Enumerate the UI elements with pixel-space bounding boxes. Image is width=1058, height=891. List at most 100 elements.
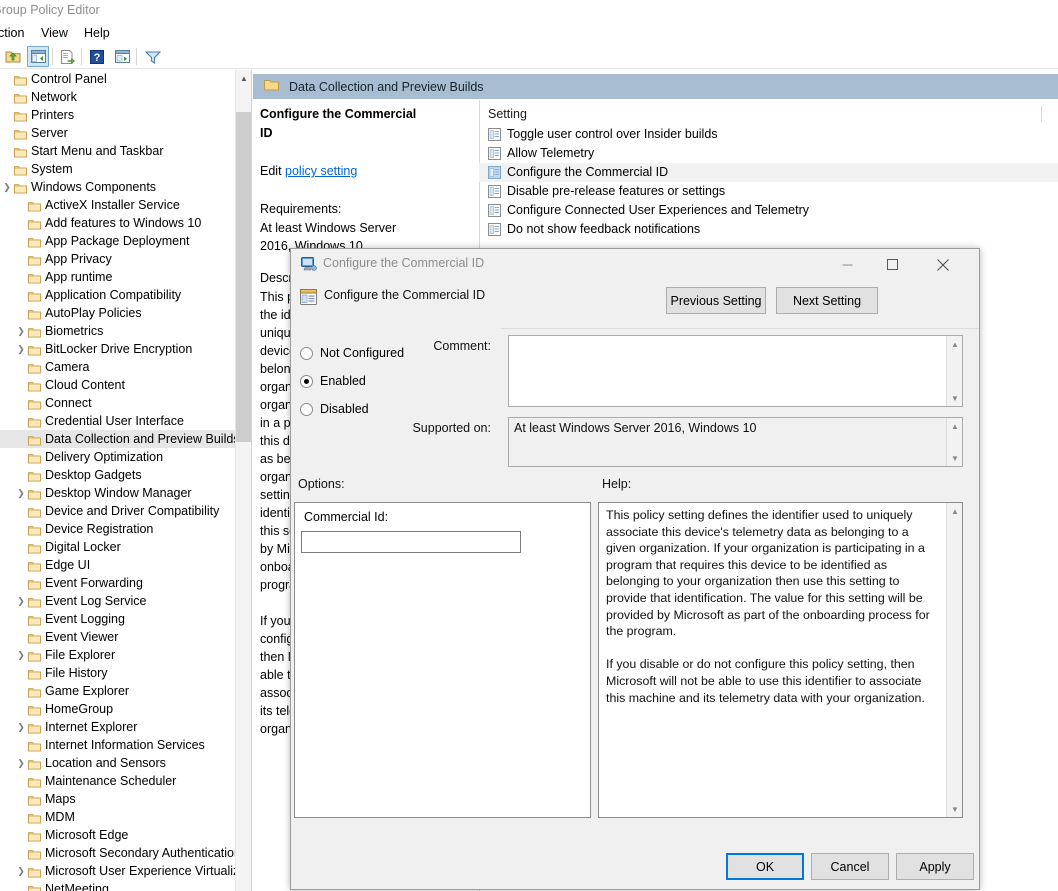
chevron-right-icon[interactable]: ❯ <box>14 754 28 772</box>
folder-up-icon[interactable] <box>2 46 24 67</box>
tree-item[interactable]: Device and Driver Compatibility <box>0 502 236 520</box>
tree-item[interactable]: ❯ Desktop Window Manager <box>0 484 236 502</box>
properties-icon[interactable] <box>111 46 133 67</box>
comment-scrollbar[interactable]: ▲ ▼ <box>946 336 962 406</box>
tree-item[interactable]: Printers <box>0 106 236 124</box>
tree-item[interactable]: ❯ Event Log Service <box>0 592 236 610</box>
scroll-down-icon[interactable]: ▼ <box>947 450 962 466</box>
filter-icon[interactable] <box>142 46 164 67</box>
tree-item[interactable]: Device Registration <box>0 520 236 538</box>
tree-item[interactable]: Event Forwarding <box>0 574 236 592</box>
tree-item[interactable]: App Privacy <box>0 250 236 268</box>
tree-item[interactable]: File History <box>0 664 236 682</box>
tree-item[interactable]: ActiveX Installer Service <box>0 196 236 214</box>
column-header-setting[interactable]: Setting <box>488 104 527 124</box>
tree-item[interactable]: Camera <box>0 358 236 376</box>
radio-dot-enabled[interactable] <box>300 374 313 388</box>
settings-list-row[interactable]: Do not show feedback notificationsNot co… <box>479 220 1058 239</box>
settings-list-row[interactable]: Disable pre-release features or settings… <box>479 182 1058 201</box>
scroll-up-icon[interactable]: ▲ <box>947 503 963 519</box>
cancel-button[interactable]: Cancel <box>811 853 889 880</box>
tree-item[interactable]: App runtime <box>0 268 236 286</box>
next-setting-button[interactable]: Next Setting <box>776 287 878 314</box>
tree-item[interactable]: Event Viewer <box>0 628 236 646</box>
tree-item[interactable]: ❯ Microsoft User Experience Virtualiza <box>0 862 246 880</box>
scroll-down-icon[interactable]: ▼ <box>947 390 962 406</box>
tab-data-collection[interactable]: Data Collection and Preview Builds <box>260 74 484 99</box>
commercial-id-input[interactable] <box>301 531 521 553</box>
close-icon[interactable] <box>920 249 965 280</box>
supported-on-scrollbar[interactable]: ▲ ▼ <box>946 418 962 466</box>
menu-help[interactable]: Help <box>80 24 114 43</box>
menu-action[interactable]: ction <box>0 24 28 43</box>
tree-item[interactable]: Connect <box>0 394 236 412</box>
tree-item[interactable]: Maintenance Scheduler <box>0 772 236 790</box>
tree-item[interactable]: ❯ BitLocker Drive Encryption <box>0 340 236 358</box>
tree-item[interactable]: NetMeeting <box>0 880 236 891</box>
radio-dot-not-configured[interactable] <box>300 346 313 360</box>
tree-item[interactable]: ❯ Internet Explorer <box>0 718 236 736</box>
radio-enabled[interactable]: Enabled <box>300 367 480 395</box>
settings-list-row[interactable]: Toggle user control over Insider buildsN… <box>479 125 1058 144</box>
tree-item[interactable]: System <box>0 160 236 178</box>
tree-item[interactable]: Application Compatibility <box>0 286 236 304</box>
minimize-icon[interactable] <box>825 249 870 280</box>
chevron-right-icon[interactable]: ❯ <box>14 322 28 340</box>
show-hide-tree-icon[interactable] <box>27 46 49 67</box>
tree-item[interactable]: ❯ Windows Components <box>0 178 236 196</box>
chevron-right-icon[interactable]: ❯ <box>14 646 28 664</box>
tree-item[interactable]: Add features to Windows 10 <box>0 214 236 232</box>
tree-item[interactable]: App Package Deployment <box>0 232 236 250</box>
tree-item[interactable]: Data Collection and Preview Builds <box>0 430 240 448</box>
tree-item[interactable]: Server <box>0 124 236 142</box>
tree-item[interactable]: Digital Locker <box>0 538 236 556</box>
ok-button[interactable]: OK <box>726 853 804 880</box>
policy-tree-pane[interactable]: Control Panel Network Printers Server Start … <box>0 70 252 891</box>
tree-item[interactable]: ❯ Location and Sensors <box>0 754 236 772</box>
scroll-up-icon[interactable]: ▲ <box>947 418 962 434</box>
tree-item[interactable]: Control Panel <box>0 70 236 88</box>
chevron-right-icon[interactable]: ❯ <box>14 340 28 358</box>
tree-item[interactable]: Cloud Content <box>0 376 236 394</box>
settings-list-row[interactable]: Configure Connected User Experiences and… <box>479 201 1058 220</box>
tree-item[interactable]: Edge UI <box>0 556 236 574</box>
tree-item[interactable]: Microsoft Secondary Authentication <box>0 844 241 862</box>
settings-list-row[interactable]: Allow TelemetryNot configuredNo <box>479 144 1058 163</box>
policy-setting-link[interactable]: policy setting <box>285 164 357 178</box>
help-icon[interactable]: ? <box>86 46 108 67</box>
chevron-right-icon[interactable]: ❯ <box>14 592 28 610</box>
policy-tree[interactable]: Control Panel Network Printers Server Start … <box>0 70 246 891</box>
tree-item[interactable]: Maps <box>0 790 236 808</box>
chevron-right-icon[interactable]: ❯ <box>0 178 14 196</box>
tree-item[interactable]: Microsoft Edge <box>0 826 236 844</box>
help-scrollbar[interactable]: ▲ ▼ <box>946 503 962 817</box>
settings-list-row[interactable]: Configure the Commercial IDNot configure… <box>479 163 1058 182</box>
apply-button[interactable]: Apply <box>896 853 974 880</box>
chevron-right-icon[interactable]: ❯ <box>14 484 28 502</box>
radio-dot-disabled[interactable] <box>300 402 313 416</box>
tree-item[interactable]: AutoPlay Policies <box>0 304 236 322</box>
chevron-right-icon[interactable]: ❯ <box>14 718 28 736</box>
comment-field[interactable]: ▲ ▼ <box>508 335 963 407</box>
tree-item[interactable]: Event Logging <box>0 610 236 628</box>
scroll-up-icon[interactable]: ▲ <box>236 70 251 87</box>
tree-item[interactable]: Start Menu and Taskbar <box>0 142 236 160</box>
tree-item[interactable]: ❯ File Explorer <box>0 646 236 664</box>
scroll-down-icon[interactable]: ▼ <box>947 801 963 817</box>
tree-item[interactable]: Credential User Interface <box>0 412 236 430</box>
tree-item[interactable]: ❯ Biometrics <box>0 322 236 340</box>
tree-scrollbar[interactable]: ▲ <box>235 70 251 891</box>
tree-item[interactable]: Delivery Optimization <box>0 448 236 466</box>
tree-item[interactable]: Game Explorer <box>0 682 236 700</box>
previous-setting-button[interactable]: Previous Setting <box>666 287 766 314</box>
tree-item[interactable]: MDM <box>0 808 236 826</box>
tree-item[interactable]: Desktop Gadgets <box>0 466 236 484</box>
radio-disabled[interactable]: Disabled <box>300 395 480 423</box>
chevron-right-icon[interactable]: ❯ <box>14 862 28 880</box>
menu-view[interactable]: View <box>37 24 72 43</box>
tree-scrollbar-thumb[interactable] <box>236 112 251 442</box>
scroll-up-icon[interactable]: ▲ <box>947 336 962 352</box>
tree-item[interactable]: HomeGroup <box>0 700 236 718</box>
maximize-icon[interactable] <box>870 249 915 280</box>
export-list-icon[interactable] <box>56 46 78 67</box>
